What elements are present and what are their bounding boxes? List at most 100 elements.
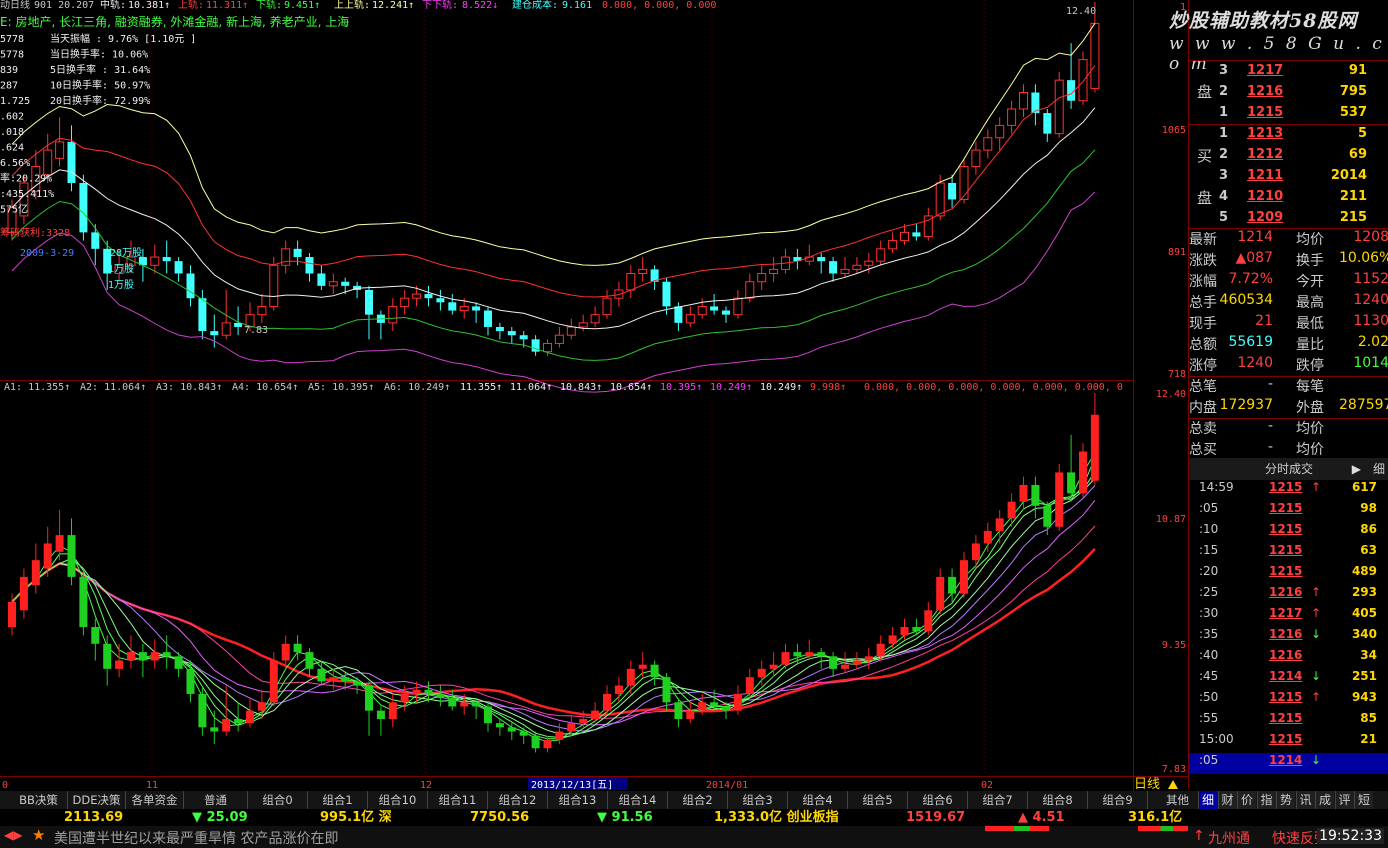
stat-value: 1214 [1237,229,1273,245]
tab-8[interactable]: 组合12 [488,791,548,809]
lower-candle-body [745,677,754,694]
tab-16[interactable]: 组合7 [968,791,1028,809]
price-axis-label: 718 [1168,369,1186,380]
tick-row[interactable]: :15 1215 63 [1189,543,1388,564]
tick-price: 1214 [1269,753,1303,767]
tab-18[interactable]: 组合9 [1088,791,1148,809]
play-icon[interactable]: ▶ [1352,458,1361,480]
side-tab-3[interactable]: 指 [1256,791,1276,809]
tick-row[interactable]: :10 1215 86 [1189,522,1388,543]
side-tab-8[interactable]: 短 [1354,791,1373,809]
lower-candle[interactable] [1055,464,1064,531]
tick-row[interactable]: :35 1216 ↓ 340 [1189,627,1388,648]
lower-candle-body [174,656,183,669]
ma-label: 10.249↑ [760,382,802,393]
volume: 2014 [1330,168,1367,183]
candle-body [959,166,969,200]
stat-value: 21 [1255,313,1273,329]
tick-volume: 293 [1351,585,1377,599]
side-tab-1[interactable]: 财 [1217,791,1237,809]
tick-time: :25 [1199,585,1219,599]
tick-row[interactable]: :20 1215 489 [1189,564,1388,585]
buy-row[interactable]: 1 1213 5 [1219,126,1388,147]
candle-body [162,257,171,262]
tick-row[interactable]: :45 1214 ↓ 251 [1189,669,1388,690]
tab-0[interactable]: BB决策 [10,791,68,809]
tab-6[interactable]: 组合10 [368,791,428,809]
lower-candle-body [710,702,719,707]
tick-row[interactable]: :50 1215 ↑ 943 [1189,690,1388,711]
nav-arrows-icon[interactable]: ◀▶ [4,828,22,842]
tab-9[interactable]: 组合13 [548,791,608,809]
tab-13[interactable]: 组合4 [788,791,848,809]
tick-volume: 617 [1351,480,1377,494]
lower-candle-body [543,739,552,749]
lower-candle-body [115,660,124,669]
tick-row[interactable]: 15:00 1215 21 [1189,732,1388,753]
price: 1215 [1247,105,1284,120]
candle-body [459,305,469,312]
tab-10[interactable]: 组合14 [608,791,668,809]
stat-row: 内盘 172937 外盘 287597 [1189,397,1388,418]
tick-volume: 85 [1360,711,1377,725]
tick-row[interactable]: :05 1215 98 [1189,501,1388,522]
lower-candle[interactable] [79,568,88,636]
tick-price: 1215 [1269,711,1303,725]
tab-11[interactable]: 组合2 [668,791,728,809]
buy-row[interactable]: 3 1211 2014 [1219,168,1388,189]
tab-2[interactable]: 各单资金 [126,791,184,809]
shares-note-3: 1万股 [108,279,134,291]
sell-row[interactable]: 1 1215 537 [1219,105,1388,126]
tab-17[interactable]: 组合8 [1028,791,1088,809]
tab-3[interactable]: 普通 [184,791,248,809]
side-tab-2[interactable]: 价 [1237,791,1256,809]
candle[interactable] [1054,71,1064,138]
tab-4[interactable]: 组合0 [248,791,308,809]
ma-values-line: A1: 11.355↑ A2: 11.064↑ A3: 10.843↑ A4: 10.… [4,382,1123,393]
sell-row[interactable]: 3 1217 91 [1219,63,1388,84]
tab-15[interactable]: 组合6 [908,791,968,809]
buy-row[interactable]: 4 1210 211 [1219,189,1388,210]
tick-arrow-icon: ↑ [1311,585,1322,599]
tab-12[interactable]: 组合3 [728,791,788,809]
tab-14[interactable]: 组合5 [848,791,908,809]
tick-time: :05 [1199,753,1219,767]
ticks-header[interactable]: 分时成交 ▶ 细 [1189,458,1388,480]
candle-body [864,260,874,266]
candle-body [554,334,564,344]
tick-volume: 21 [1360,732,1377,746]
side-tab-4[interactable]: 势 [1276,791,1295,809]
tab-1[interactable]: DDE决策 [68,791,126,809]
side-tab-5[interactable]: 讯 [1295,791,1315,809]
tick-time: :10 [1199,522,1219,536]
candle-body [757,273,767,283]
tick-row[interactable]: :40 1216 34 [1189,648,1388,669]
tick-row[interactable]: :55 1215 85 [1189,711,1388,732]
candle[interactable] [79,174,88,241]
alert-stock[interactable]: 九州通 [1208,828,1250,848]
side-tab-6[interactable]: 成 [1315,791,1334,809]
candle-body [971,149,981,168]
star-icon[interactable]: ★ [32,826,45,844]
candle-body [948,183,957,200]
tab-7[interactable]: 组合11 [428,791,488,809]
buy-row[interactable]: 2 1212 69 [1219,147,1388,168]
stat-value: ▲087 [1235,250,1274,266]
info-left-value: .624 [0,143,24,154]
news-headline[interactable]: 美国遭半世纪以来最严重旱情 农产品涨价在即 [54,828,338,848]
tick-row[interactable]: 14:59 1215 ↑ 617 [1189,480,1388,501]
tick-row[interactable]: :05 1214 ↓ [1189,753,1388,774]
ticks-detail-button[interactable]: 细 [1373,458,1385,480]
info-right-value: 10日换手率: 50.97% [50,79,150,92]
volume: 91 [1348,63,1367,78]
tick-row[interactable]: :25 1216 ↑ 293 [1189,585,1388,606]
side-tab-7[interactable]: 评 [1334,791,1354,809]
info-left-value: 6.56% [0,158,30,169]
lower-candle-body [603,693,611,711]
side-tab-0[interactable]: 细 [1198,791,1217,809]
tick-row[interactable]: :30 1217 ↑ 405 [1189,606,1388,627]
tab-5[interactable]: 组合1 [308,791,368,809]
kline-chart[interactable]: 12.40 7.83 筹码获利:3328 2009-3-29 828万股 1万股… [0,0,1188,791]
sell-row[interactable]: 2 1216 795 [1219,84,1388,105]
period-label[interactable]: 日线 [1134,777,1160,791]
